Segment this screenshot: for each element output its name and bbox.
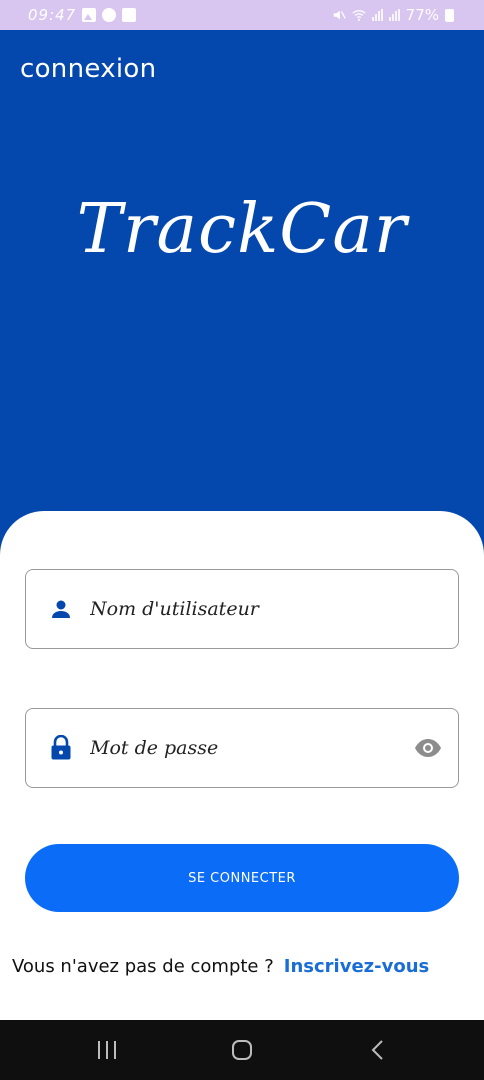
login-button[interactable]: SE CONNECTER (25, 844, 459, 912)
home-icon[interactable] (222, 1030, 262, 1070)
signup-row: Vous n'avez pas de compte ? Inscrivez-vo… (12, 956, 482, 977)
person-icon (48, 596, 74, 622)
login-card: SE CONNECTER Vous n'avez pas de compte ?… (0, 511, 484, 1021)
battery-icon (445, 8, 454, 22)
username-field[interactable] (25, 569, 459, 649)
status-bar: 09:47 77% (0, 0, 484, 30)
signup-link[interactable]: Inscrivez-vous (284, 956, 429, 977)
brand-logo: TrackCar (76, 190, 408, 269)
status-right: 77% (332, 6, 454, 24)
password-field[interactable] (25, 708, 459, 788)
recent-apps-icon[interactable] (87, 1030, 127, 1070)
message-icon (122, 8, 137, 22)
wifi-icon (352, 10, 366, 21)
password-input[interactable] (90, 737, 390, 759)
signup-question: Vous n'avez pas de compte ? (12, 956, 274, 977)
gallery-icon (82, 8, 97, 22)
hero-header: connexion TrackCar (0, 30, 484, 570)
status-time: 09:47 (28, 6, 77, 24)
back-icon[interactable] (357, 1030, 397, 1070)
mute-icon (333, 10, 346, 20)
page-title: connexion (20, 54, 157, 84)
eye-icon[interactable] (414, 734, 442, 762)
whatsapp-icon (102, 8, 117, 22)
navigation-bar (0, 1020, 484, 1080)
signal-icon-2 (388, 9, 400, 21)
username-input[interactable] (90, 598, 390, 620)
lock-icon (48, 735, 74, 761)
battery-level: 77% (405, 6, 439, 24)
signal-icon (371, 9, 383, 21)
status-left: 09:47 (28, 6, 137, 24)
